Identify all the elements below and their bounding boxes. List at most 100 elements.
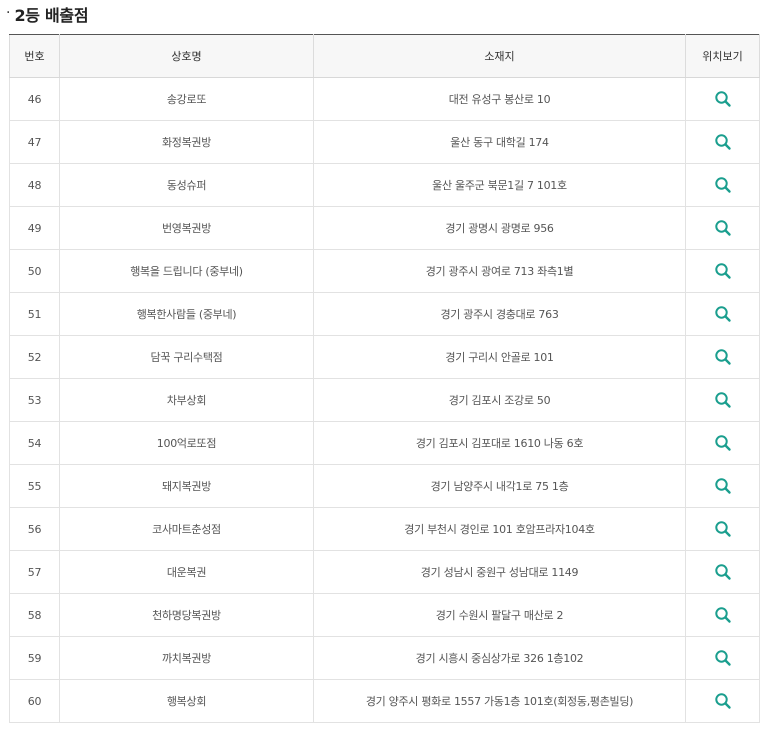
cell-name: 까치복권방 [59,636,314,680]
header-address: 소재지 [313,34,686,78]
search-icon [714,133,731,150]
table-row: 55 돼지복권방 경기 남양주시 내각1로 75 1층 [9,464,760,508]
cell-map [685,464,760,508]
cell-name: 차부상회 [59,378,314,422]
cell-map [685,163,760,207]
cell-no: 46 [9,77,60,121]
search-icon [714,606,731,623]
search-icon [714,219,731,236]
view-location-button[interactable] [712,389,734,411]
cell-map [685,120,760,164]
cell-map [685,593,760,637]
table-row: 47 화정복권방 울산 동구 대학길 174 [9,120,760,164]
table-row: 50 행복을 드립니다 (중부네) 경기 광주시 광여로 713 좌측1별 [9,249,760,293]
cell-name: 담꾹 구리수택점 [59,335,314,379]
cell-name: 천하명당복권방 [59,593,314,637]
cell-no: 57 [9,550,60,594]
cell-name: 대운복권 [59,550,314,594]
cell-name: 행복상회 [59,679,314,723]
cell-name: 송강로또 [59,77,314,121]
cell-name: 화정복권방 [59,120,314,164]
view-location-button[interactable] [712,174,734,196]
view-location-button[interactable] [712,647,734,669]
cell-name: 동성슈퍼 [59,163,314,207]
view-location-button[interactable] [712,475,734,497]
header-map: 위치보기 [685,34,760,78]
table-header-row: 번호 상호명 소재지 위치보기 [9,34,760,78]
search-icon [714,477,731,494]
cell-no: 50 [9,249,60,293]
table-row: 53 차부상회 경기 김포시 조강로 50 [9,378,760,422]
cell-address: 경기 수원시 팔달구 매산로 2 [313,593,686,637]
cell-address: 경기 광주시 광여로 713 좌측1별 [313,249,686,293]
view-location-button[interactable] [712,303,734,325]
cell-no: 60 [9,679,60,723]
view-location-button[interactable] [712,88,734,110]
cell-map [685,206,760,250]
table-row: 49 번영복권방 경기 광명시 광명로 956 [9,206,760,250]
search-icon [714,176,731,193]
cell-no: 55 [9,464,60,508]
cell-address: 경기 시흥시 중심상가로 326 1층102 [313,636,686,680]
search-icon [714,520,731,537]
cell-name: 행복한사람들 (중부네) [59,292,314,336]
search-icon [714,434,731,451]
cell-no: 53 [9,378,60,422]
table-row: 48 동성슈퍼 울산 울주군 북문1길 7 101호 [9,163,760,207]
cell-name: 돼지복권방 [59,464,314,508]
cell-address: 경기 성남시 중원구 성남대로 1149 [313,550,686,594]
cell-map [685,421,760,465]
table-row: 60 행복상회 경기 양주시 평화로 1557 가동1층 101호(회정동,평촌빌딩… [9,679,760,723]
table-row: 57 대운복권 경기 성남시 중원구 성남대로 1149 [9,550,760,594]
winning-stores-table: 번호 상호명 소재지 위치보기 46 송강로또 대전 유성구 봉산로 10 47 화정복… [9,34,760,723]
cell-address: 경기 김포시 조강로 50 [313,378,686,422]
search-icon [714,262,731,279]
header-name: 상호명 [59,34,314,78]
cell-address: 경기 광주시 경충대로 763 [313,292,686,336]
cell-no: 59 [9,636,60,680]
title-bullet: · [6,5,11,21]
view-location-button[interactable] [712,432,734,454]
view-location-button[interactable] [712,346,734,368]
section-header: · 2등 배출점 [0,0,760,34]
search-icon [714,305,731,322]
view-location-button[interactable] [712,690,734,712]
view-location-button[interactable] [712,217,734,239]
search-icon [714,90,731,107]
search-icon [714,348,731,365]
cell-map [685,550,760,594]
cell-address: 경기 남양주시 내각1로 75 1층 [313,464,686,508]
cell-name: 코사마트춘성점 [59,507,314,551]
table-row: 56 코사마트춘성점 경기 부천시 경인로 101 호암프라자104호 [9,507,760,551]
cell-map [685,636,760,680]
view-location-button[interactable] [712,518,734,540]
view-location-button[interactable] [712,604,734,626]
view-location-button[interactable] [712,561,734,583]
cell-address: 경기 양주시 평화로 1557 가동1층 101호(회정동,평촌빌딩) [313,679,686,723]
search-icon [714,692,731,709]
cell-no: 58 [9,593,60,637]
cell-map [685,335,760,379]
search-icon [714,649,731,666]
cell-map [685,77,760,121]
view-location-button[interactable] [712,131,734,153]
cell-map [685,679,760,723]
table-row: 54 100억로또점 경기 김포시 김포대로 1610 나동 6호 [9,421,760,465]
table-row: 58 천하명당복권방 경기 수원시 팔달구 매산로 2 [9,593,760,637]
search-icon [714,391,731,408]
table-row: 46 송강로또 대전 유성구 봉산로 10 [9,77,760,121]
cell-address: 경기 부천시 경인로 101 호암프라자104호 [313,507,686,551]
cell-address: 경기 광명시 광명로 956 [313,206,686,250]
cell-name: 행복을 드립니다 (중부네) [59,249,314,293]
cell-no: 47 [9,120,60,164]
cell-address: 경기 구리시 안골로 101 [313,335,686,379]
cell-name: 번영복권방 [59,206,314,250]
cell-address: 울산 울주군 북문1길 7 101호 [313,163,686,207]
cell-address: 경기 김포시 김포대로 1610 나동 6호 [313,421,686,465]
cell-no: 48 [9,163,60,207]
table-row: 51 행복한사람들 (중부네) 경기 광주시 경충대로 763 [9,292,760,336]
cell-map [685,507,760,551]
cell-no: 52 [9,335,60,379]
view-location-button[interactable] [712,260,734,282]
cell-address: 울산 동구 대학길 174 [313,120,686,164]
